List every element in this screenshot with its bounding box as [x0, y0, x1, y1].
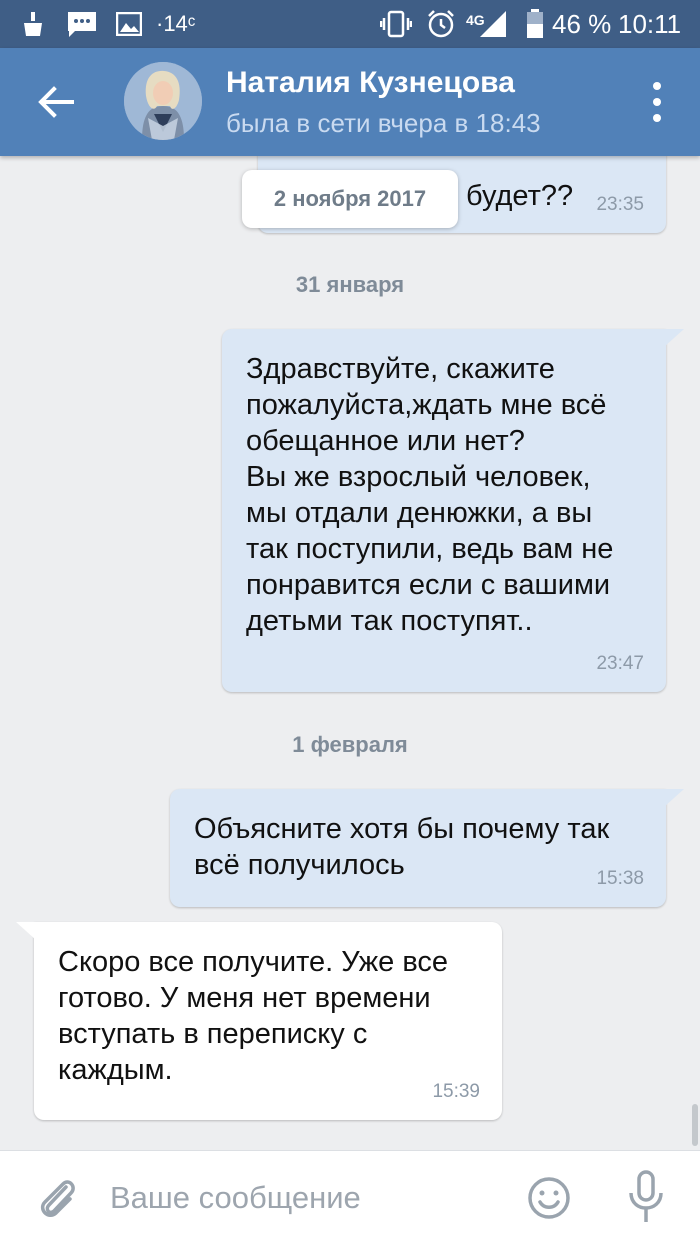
date-separator: 31 января — [295, 272, 405, 297]
alarm-icon — [426, 10, 456, 38]
signal-icon — [478, 10, 508, 38]
back-arrow-icon[interactable] — [36, 82, 76, 122]
floating-date-chip: 2 ноября 2017 — [242, 170, 458, 228]
contact-name[interactable]: Наталия Кузнецова — [226, 66, 515, 100]
contact-last-seen: была в сети вчера в 18:43 — [226, 108, 541, 138]
message-text: будет?? — [466, 180, 574, 212]
message-time: 23:35 — [596, 194, 644, 215]
message-time: 23:47 — [596, 653, 644, 674]
chat-header: Наталия Кузнецова была в сети вчера в 18… — [0, 48, 700, 156]
date-separator: 1 февраля — [292, 732, 408, 757]
message-text: Скоро все получите. Уже все готово. У ме… — [58, 946, 449, 1086]
contact-avatar[interactable] — [124, 62, 202, 140]
message-text: Здравствуйте, скажите пожалуйста,ждать м… — [246, 353, 614, 637]
status-bar: ·14ᶜ 4G 46 % 10:11 — [0, 0, 700, 48]
bubble-tail — [16, 922, 36, 940]
emoji-icon[interactable] — [526, 1175, 572, 1221]
scrollbar[interactable] — [692, 1104, 698, 1146]
battery-icon — [526, 9, 544, 38]
temperature-text: ·14ᶜ — [156, 11, 196, 36]
message-time: 15:38 — [596, 868, 644, 889]
message-bubble-outgoing[interactable]: Объясните хотя бы почему так всё получил… — [170, 789, 684, 907]
message-text: Объясните хотя бы почему так всё получил… — [194, 813, 610, 881]
battery-percent: 46 % — [552, 9, 612, 39]
attach-icon[interactable] — [36, 1175, 80, 1223]
message-input[interactable] — [110, 1173, 500, 1223]
microphone-icon[interactable] — [624, 1169, 668, 1227]
bubble-tail — [664, 789, 684, 807]
message-notification-icon — [66, 10, 98, 38]
bubble-tail — [664, 329, 684, 347]
message-bubble-incoming[interactable]: Скоро все получите. Уже все готово. У ме… — [16, 922, 502, 1120]
clock: 10:11 — [618, 9, 682, 39]
message-bubble-outgoing[interactable]: Здравствуйте, скажите пожалуйста,ждать м… — [222, 329, 684, 692]
message-time: 15:39 — [432, 1081, 480, 1102]
gallery-icon — [116, 10, 142, 38]
vibrate-icon — [380, 10, 412, 38]
cleaner-icon — [22, 10, 44, 38]
more-options-icon[interactable] — [640, 78, 674, 126]
message-composer — [0, 1150, 700, 1245]
